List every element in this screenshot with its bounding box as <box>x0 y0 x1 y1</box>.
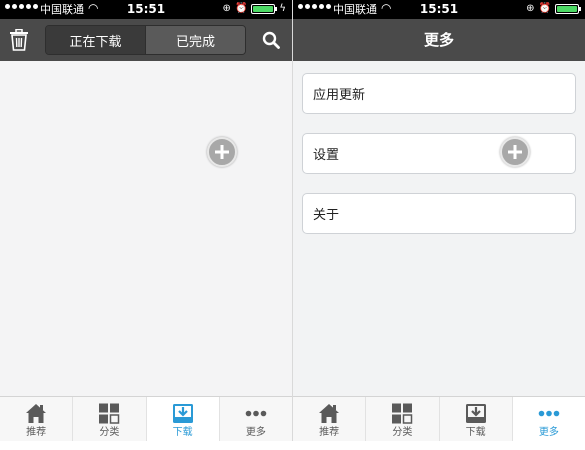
more-screen: 中国联通 ◠ 15:51 ⊕ ⏰ 更多 应用更新 设置 关于 推荐 分类 下载 … <box>293 0 585 441</box>
download-segmented-control: 正在下载 已完成 <box>45 25 246 55</box>
segment-completed-label: 已完成 <box>175 34 215 50</box>
download-icon <box>172 404 193 423</box>
menu-item-label: 设置 <box>313 148 340 163</box>
charging-icon: ϟ <box>279 3 286 14</box>
trash-icon[interactable] <box>9 29 29 51</box>
tab-recommend[interactable]: 推荐 <box>293 397 365 441</box>
tab-label: 分类 <box>392 427 413 438</box>
nav-bar: 正在下载 已完成 <box>0 19 292 61</box>
download-screen: 中国联通 ◠ 15:51 ⊕ ⏰ ϟ 正在下载 已完成 推荐 分类 下载 更多 <box>0 0 292 441</box>
battery-icon <box>555 4 581 14</box>
alarm-icon: ⏰ <box>234 3 248 14</box>
download-icon <box>465 404 486 423</box>
menu-item-settings[interactable]: 设置 <box>302 133 576 174</box>
tab-more[interactable]: 更多 <box>511 397 585 441</box>
orientation-lock-icon: ⊕ <box>526 3 535 14</box>
tab-label: 更多 <box>538 427 559 438</box>
alarm-icon: ⏰ <box>538 3 551 14</box>
nav-bar: 更多 <box>293 19 585 61</box>
grid-icon <box>99 403 120 424</box>
tab-label: 分类 <box>99 427 120 438</box>
tab-label: 下载 <box>465 427 486 438</box>
tab-category[interactable]: 分类 <box>365 397 438 441</box>
tab-label: 推荐 <box>26 427 47 438</box>
more-icon <box>245 410 267 417</box>
home-icon <box>26 404 47 423</box>
status-right-icons: ⊕ ⏰ ϟ <box>223 2 286 16</box>
tab-bar: 推荐 分类 下载 更多 <box>0 396 292 441</box>
menu-item-label: 关于 <box>313 208 340 223</box>
menu-item-label: 应用更新 <box>313 88 366 103</box>
more-icon <box>538 410 560 417</box>
download-list-empty <box>0 61 292 396</box>
segment-downloading[interactable]: 正在下载 <box>46 26 145 54</box>
menu-item-about[interactable]: 关于 <box>302 193 576 234</box>
more-menu: 应用更新 设置 关于 <box>293 61 585 396</box>
page-title: 更多 <box>423 31 454 49</box>
tab-category[interactable]: 分类 <box>72 397 145 441</box>
tab-bar: 推荐 分类 下载 更多 <box>293 396 585 441</box>
add-icon <box>215 145 229 159</box>
add-icon <box>508 145 522 159</box>
tab-label: 推荐 <box>319 427 340 438</box>
add-button[interactable] <box>500 137 530 167</box>
menu-item-app-update[interactable]: 应用更新 <box>302 73 576 114</box>
tab-recommend[interactable]: 推荐 <box>0 397 72 441</box>
battery-icon <box>251 4 278 14</box>
status-right-icons: ⊕ ⏰ <box>526 2 581 16</box>
tab-download[interactable]: 下载 <box>145 397 219 441</box>
grid-icon <box>392 403 413 424</box>
add-button[interactable] <box>207 137 237 167</box>
status-bar: 中国联通 ◠ 15:51 ⊕ ⏰ ϟ <box>0 0 292 19</box>
tab-label: 下载 <box>172 427 193 438</box>
segment-downloading-label: 正在下载 <box>69 34 122 50</box>
search-icon[interactable] <box>262 31 280 49</box>
tab-more[interactable]: 更多 <box>218 397 292 441</box>
orientation-lock-icon: ⊕ <box>222 3 231 14</box>
tab-label: 更多 <box>245 427 266 438</box>
status-bar: 中国联通 ◠ 15:51 ⊕ ⏰ <box>293 0 585 19</box>
segment-completed[interactable]: 已完成 <box>145 26 245 54</box>
tab-download[interactable]: 下载 <box>438 397 512 441</box>
home-icon <box>319 404 340 423</box>
